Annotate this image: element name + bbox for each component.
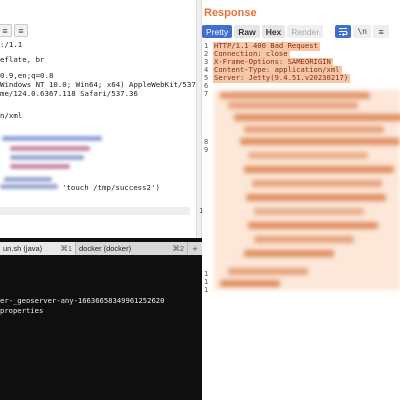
terminal-tab-label: un.sh (java) — [3, 244, 43, 253]
response-title: Response — [204, 7, 257, 19]
response-header-line: Server: Jetty(9.4.51.v20230217) — [213, 73, 351, 83]
terminal-tab-2[interactable]: docker (docker) ⌘2 — [76, 242, 188, 255]
terminal-tab-shortcut: ⌘2 — [172, 244, 184, 253]
menu-icon[interactable]: ≡ — [373, 25, 390, 38]
wrap-icon[interactable] — [335, 25, 352, 38]
add-tab-button[interactable]: + — [188, 242, 202, 255]
line-number: 8 — [204, 138, 209, 146]
tab-hex[interactable]: Hex — [261, 25, 286, 38]
terminal-output-line: properties — [0, 306, 44, 315]
line-number: 9 — [204, 146, 209, 154]
line-number: 5 — [204, 74, 209, 82]
newline-toggle[interactable]: \n — [353, 25, 372, 38]
blurred-request-body — [0, 134, 110, 184]
line-number: 2 — [204, 50, 209, 58]
response-view-tabs: Pretty Raw Hex Render \n ≡ — [202, 25, 390, 38]
request-line: :/1.1 — [0, 40, 23, 49]
request-toolbar: ≡ ≡ — [0, 24, 28, 38]
tab-render[interactable]: Render — [287, 25, 324, 38]
line-number: 1 — [204, 278, 209, 286]
request-line: 0.9,en;q=0.8 — [0, 71, 54, 80]
request-scroll-band — [0, 207, 190, 215]
terminal-tab-bar: un.sh (java) ⌘1 docker (docker) ⌘2 + — [0, 242, 202, 255]
line-number: 7 — [204, 90, 209, 98]
terminal-tab-1[interactable]: un.sh (java) ⌘1 — [0, 242, 76, 255]
request-line: me/124.0.6367.118 Safari/537.36 — [0, 89, 138, 98]
request-command-text: 'touch /tmp/success2') — [62, 183, 160, 192]
menu-icon[interactable]: ≡ — [14, 24, 28, 37]
request-line: eflate, br — [0, 55, 45, 64]
terminal-tab-shortcut: ⌘1 — [60, 244, 72, 253]
menu-icon[interactable]: ≡ — [0, 24, 12, 37]
terminal-window[interactable]: un.sh (java) ⌘1 docker (docker) ⌘2 + er-… — [0, 238, 202, 400]
line-number: 4 — [204, 66, 209, 74]
terminal-tab-label: docker (docker) — [79, 244, 132, 253]
terminal-output-line: er-_geoserver-any-16636658349961252620 — [0, 296, 165, 305]
blurred-request-call — [0, 183, 62, 192]
response-pane[interactable]: Response Pretty Raw Hex Render \n ≡ 1 2 … — [202, 0, 400, 400]
line-number: 1 — [204, 42, 209, 50]
blurred-response-body — [214, 86, 400, 296]
line-number: 6 — [204, 82, 209, 90]
line-number: 3 — [204, 58, 209, 66]
tab-pretty[interactable]: Pretty — [202, 25, 233, 38]
line-number: 1 — [204, 270, 209, 278]
request-editor-pane[interactable]: ≡ ≡ :/1.1 eflate, br 0.9,en;q=0.8 Window… — [0, 0, 200, 252]
request-line: n/xml — [0, 111, 23, 120]
request-line: Windows NT 10.0; Win64; x64) AppleWebKit… — [0, 80, 200, 89]
tab-raw[interactable]: Raw — [234, 25, 260, 38]
line-number: 1 — [204, 286, 209, 294]
